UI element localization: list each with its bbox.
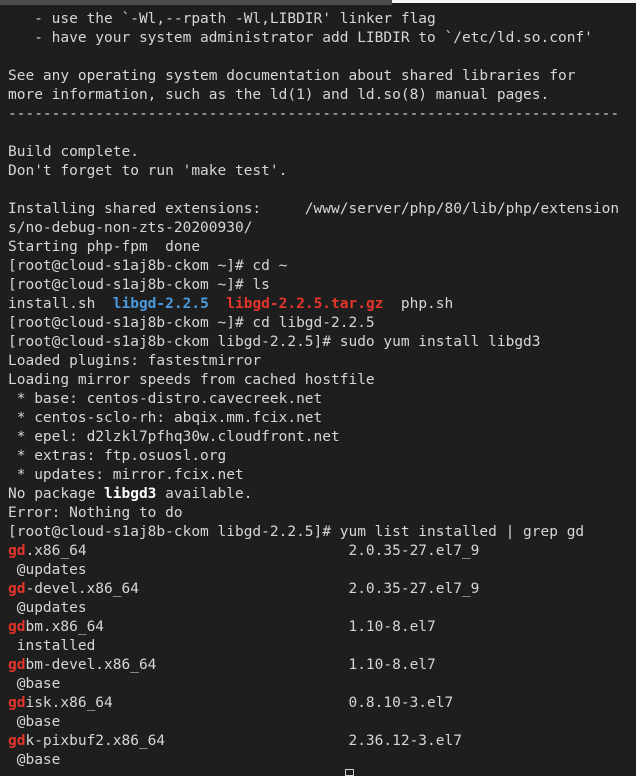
- terminal-text-segment: Error: Nothing to do: [8, 505, 183, 521]
- terminal-text-segment: @base: [8, 714, 61, 730]
- terminal-text-segment: bm.x86_64 1.10-8.el7: [25, 619, 436, 635]
- terminal-text-segment: libgd-2.2.5: [112, 296, 209, 312]
- terminal-line: ----------------------------------------…: [0, 105, 636, 124]
- terminal-line: [root@cloud-s1aj8b-ckom libgd-2.2.5]# su…: [0, 333, 636, 352]
- terminal-text-segment: @base: [8, 752, 61, 768]
- terminal-text-segment: gd: [8, 657, 26, 673]
- terminal-line: * updates: mirror.fcix.net: [0, 466, 636, 485]
- terminal-text-segment: Installing shared extensions: /www/serve…: [8, 201, 620, 217]
- terminal-text-segment: k-pixbuf2.x86_64 2.36.12-3.el7: [25, 733, 462, 749]
- terminal-line: Installing shared extensions: /www/serve…: [0, 200, 636, 219]
- terminal-text-segment: @base: [8, 676, 61, 692]
- terminal-text-segment: No package: [8, 486, 105, 502]
- terminal-line: * extras: ftp.osuosl.org: [0, 447, 636, 466]
- terminal-line: Build complete.: [0, 143, 636, 162]
- terminal-text-segment: - use the `-Wl,--rpath -Wl,LIBDIR' linke…: [8, 11, 436, 27]
- terminal-line: * centos-sclo-rh: abqix.mm.fcix.net: [0, 409, 636, 428]
- terminal-text-segment: ----------------------------------------…: [8, 106, 620, 122]
- terminal-output: - use the `-Wl,--rpath -Wl,LIBDIR' linke…: [0, 6, 636, 770]
- terminal-line: gdbm-devel.x86_64 1.10-8.el7: [0, 656, 636, 675]
- terminal-text-segment: See any operating system documentation a…: [8, 68, 576, 84]
- terminal-text-segment: gd: [8, 695, 26, 711]
- terminal-text-segment: * base: centos-distro.cavecreek.net: [8, 391, 323, 407]
- terminal-line: @base: [0, 675, 636, 694]
- terminal-line: [root@cloud-s1aj8b-ckom ~]# ls: [0, 276, 636, 295]
- terminal-text-segment: .x86_64 2.0.35-27.el7_9: [25, 543, 480, 559]
- terminal-text-segment: installed: [8, 638, 96, 654]
- terminal-line: Loaded plugins: fastestmirror: [0, 352, 636, 371]
- terminal-text-segment: - have your system administrator add LIB…: [8, 30, 593, 46]
- terminal-text-segment: gd: [8, 733, 26, 749]
- terminal-text-segment: [root@cloud-s1aj8b-ckom ~]# cd libgd-2.2…: [8, 315, 375, 331]
- terminal-line: [root@cloud-s1aj8b-ckom ~]# cd libgd-2.2…: [0, 314, 636, 333]
- terminal-line: - use the `-Wl,--rpath -Wl,LIBDIR' linke…: [0, 10, 636, 29]
- terminal-text-segment: [root@cloud-s1aj8b-ckom libgd-2.2.5]# su…: [8, 334, 541, 350]
- terminal-text-segment: libgd-2.2.5.tar.gz: [226, 296, 384, 312]
- terminal-line: [root@cloud-s1aj8b-ckom ~]# cd ~: [0, 257, 636, 276]
- terminal-text-segment: gd: [8, 543, 26, 559]
- terminal-line: installed: [0, 637, 636, 656]
- terminal-text-segment: Build complete.: [8, 144, 139, 160]
- terminal-text-segment: available.: [156, 486, 253, 502]
- terminal-window[interactable]: - use the `-Wl,--rpath -Wl,LIBDIR' linke…: [0, 0, 636, 776]
- terminal-line: Starting php-fpm done: [0, 238, 636, 257]
- terminal-line: * base: centos-distro.cavecreek.net: [0, 390, 636, 409]
- terminal-text-segment: Loaded plugins: fastestmirror: [8, 353, 262, 369]
- terminal-line: @updates: [0, 599, 636, 618]
- terminal-line: @base: [0, 713, 636, 732]
- terminal-text-segment: @updates: [8, 562, 87, 578]
- terminal-text-segment: Starting php-fpm done: [8, 239, 201, 255]
- terminal-line: gdk-pixbuf2.x86_64 2.36.12-3.el7: [0, 732, 636, 751]
- terminal-line: - have your system administrator add LIB…: [0, 29, 636, 48]
- terminal-text-segment: [root@cloud-s1aj8b-ckom ~]# cd ~: [8, 258, 288, 274]
- terminal-text-segment: Loading mirror speeds from cached hostfi…: [8, 372, 375, 388]
- terminal-line: No package libgd3 available.: [0, 485, 636, 504]
- terminal-text-segment: * epel: d2lzkl7pfhq30w.cloudfront.net: [8, 429, 340, 445]
- terminal-text-segment: more information, such as the ld(1) and …: [8, 87, 550, 103]
- terminal-line: Loading mirror speeds from cached hostfi…: [0, 371, 636, 390]
- terminal-text-segment: * extras: ftp.osuosl.org: [8, 448, 227, 464]
- terminal-text-segment: -devel.x86_64 2.0.35-27.el7_9: [25, 581, 480, 597]
- terminal-text-segment: Don't forget to run 'make test'.: [8, 163, 288, 179]
- terminal-text-segment: [root@cloud-s1aj8b-ckom libgd-2.2.5]# yu…: [8, 524, 585, 540]
- terminal-text-segment: libgd3: [104, 486, 157, 502]
- terminal-text-segment: install.sh: [8, 296, 113, 312]
- terminal-line: gd-devel.x86_64 2.0.35-27.el7_9: [0, 580, 636, 599]
- scrollbar-track[interactable]: [392, 0, 636, 3]
- terminal-line: @base: [0, 751, 636, 770]
- terminal-line: gd.x86_64 2.0.35-27.el7_9: [0, 542, 636, 561]
- text-cursor: [345, 769, 354, 776]
- terminal-line: @updates: [0, 561, 636, 580]
- terminal-text-segment: gd: [8, 581, 26, 597]
- terminal-text-segment: bm-devel.x86_64 1.10-8.el7: [25, 657, 436, 673]
- terminal-line: [root@cloud-s1aj8b-ckom libgd-2.2.5]# yu…: [0, 523, 636, 542]
- terminal-text-segment: gd: [8, 619, 26, 635]
- terminal-line: Don't forget to run 'make test'.: [0, 162, 636, 181]
- terminal-text-segment: * centos-sclo-rh: abqix.mm.fcix.net: [8, 410, 323, 426]
- terminal-text-segment: php.sh: [383, 296, 454, 312]
- scrollbar-thumb[interactable]: [0, 0, 392, 5]
- terminal-text-segment: @updates: [8, 600, 87, 616]
- terminal-text-segment: isk.x86_64 0.8.10-3.el7: [25, 695, 454, 711]
- terminal-line: gdbm.x86_64 1.10-8.el7: [0, 618, 636, 637]
- terminal-line: gdisk.x86_64 0.8.10-3.el7: [0, 694, 636, 713]
- terminal-line: s/no-debug-non-zts-20200930/: [0, 219, 636, 238]
- terminal-text-segment: [root@cloud-s1aj8b-ckom ~]# ls: [8, 277, 270, 293]
- terminal-line: install.sh libgd-2.2.5 libgd-2.2.5.tar.g…: [0, 295, 636, 314]
- terminal-text-segment: * updates: mirror.fcix.net: [8, 467, 244, 483]
- terminal-line: Error: Nothing to do: [0, 504, 636, 523]
- terminal-line: * epel: d2lzkl7pfhq30w.cloudfront.net: [0, 428, 636, 447]
- terminal-line: See any operating system documentation a…: [0, 67, 636, 86]
- terminal-line: more information, such as the ld(1) and …: [0, 86, 636, 105]
- terminal-text-segment: s/no-debug-non-zts-20200930/: [8, 220, 253, 236]
